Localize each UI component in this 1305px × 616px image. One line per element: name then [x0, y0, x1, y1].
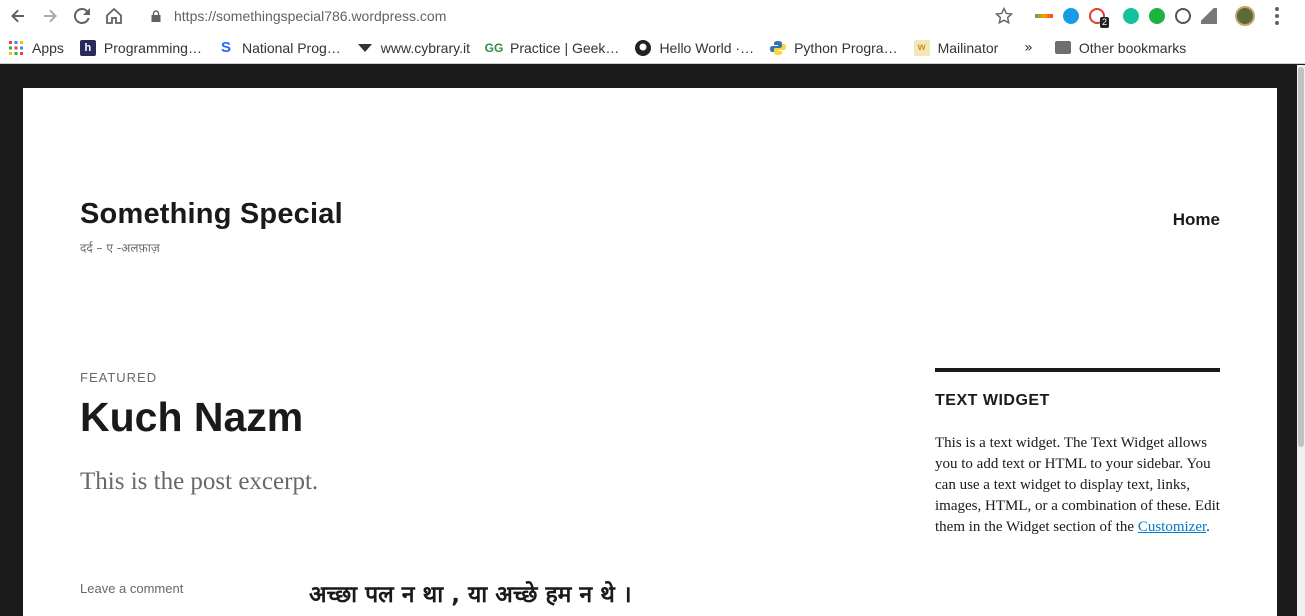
widget-period: .	[1206, 519, 1210, 535]
gfg-icon: GG	[484, 40, 504, 55]
arrow-right-icon	[44, 9, 57, 23]
scrollbar-thumb[interactable]	[1298, 67, 1304, 447]
leave-comment-link[interactable]: Leave a comment	[80, 581, 183, 596]
other-bookmarks[interactable]: Other bookmarks	[1047, 34, 1194, 62]
grammarly-icon[interactable]	[1123, 8, 1139, 24]
chrome-menu-icon[interactable]	[1275, 7, 1281, 25]
bookmark-apps[interactable]: Apps	[0, 34, 72, 62]
other-bookmarks-label: Other bookmarks	[1078, 39, 1187, 56]
bookmark-label: Python Progra…	[794, 39, 898, 56]
folder-icon	[1054, 41, 1071, 54]
red-extension-icon[interactable]: 2	[1089, 8, 1109, 28]
reload-button[interactable]	[68, 2, 96, 30]
post-title[interactable]: Kuch Nazm	[80, 394, 303, 441]
site-title[interactable]: Something Special	[80, 198, 343, 231]
nav-home-link[interactable]: Home	[1173, 210, 1220, 230]
post-first-line: अच्छा पल न था , या अच्छे हम न थे ।	[309, 582, 632, 608]
python-icon	[770, 40, 787, 56]
profile-avatar[interactable]	[1235, 6, 1255, 26]
wordpress-icon[interactable]	[1175, 8, 1191, 24]
forward-button[interactable]	[36, 2, 64, 30]
widget-divider	[935, 368, 1220, 372]
bookmark-github[interactable]: Hello World ·…	[627, 34, 762, 62]
h-icon: h	[79, 39, 96, 56]
bookmark-label: Mailinator	[937, 39, 999, 56]
bookmark-label: Programming…	[103, 39, 202, 56]
extensions-area: 2	[995, 4, 1281, 28]
green-b-extension-icon[interactable]	[1149, 8, 1165, 24]
url-text: https://somethingspecial786.wordpress.co…	[174, 8, 447, 24]
bookmark-geeks[interactable]: GG Practice | Geek…	[478, 34, 627, 62]
arrow-left-icon	[11, 9, 24, 23]
address-bar[interactable]: https://somethingspecial786.wordpress.co…	[150, 4, 446, 28]
s-icon: S	[220, 39, 231, 56]
page-viewport: Something Special दर्द – ए -अलफ़ाज़ Home…	[0, 65, 1305, 616]
bookmark-cybrary[interactable]: www.cybrary.it	[349, 34, 478, 62]
site-tagline: दर्द – ए -अलफ़ाज़	[80, 241, 160, 255]
stats-extension-icon[interactable]	[1201, 8, 1217, 24]
featured-label: FEATURED	[80, 370, 158, 385]
bookmark-programming[interactable]: h Programming…	[72, 34, 210, 62]
bookmarks-bar: Apps h Programming… S National Prog… www…	[0, 32, 1305, 64]
scrollbar[interactable]	[1297, 65, 1305, 616]
customizer-link[interactable]: Customizer	[1138, 519, 1206, 535]
bookmark-label: Hello World ·…	[659, 39, 755, 56]
mailinator-icon: w	[913, 39, 930, 56]
extension-badge: 2	[1099, 17, 1109, 28]
bookmark-label: Apps	[32, 39, 64, 56]
bookmark-star-icon[interactable]	[995, 7, 1013, 25]
github-icon	[635, 39, 652, 56]
more-bookmarks-chevron[interactable]: »	[1016, 40, 1041, 56]
bookmark-python[interactable]: Python Progra…	[762, 34, 906, 62]
bookmark-label: www.cybrary.it	[380, 39, 470, 56]
widget-title: TEXT WIDGET	[935, 392, 1050, 409]
reload-icon	[74, 8, 90, 24]
home-button[interactable]	[100, 2, 128, 30]
home-icon	[106, 8, 122, 24]
bookmark-label: National Prog…	[241, 39, 341, 56]
lock-icon	[151, 10, 161, 22]
bookmark-label: Practice | Geek…	[509, 39, 620, 56]
site-content: Something Special दर्द – ए -अलफ़ाज़ Home…	[23, 88, 1277, 616]
browser-toolbar: https://somethingspecial786.wordpress.co…	[0, 0, 1305, 32]
bookmark-mailinator[interactable]: w Mailinator	[906, 34, 1007, 62]
arrow-extension-icon[interactable]	[1035, 14, 1053, 18]
widget-text: This is a text widget. The Text Widget a…	[935, 433, 1223, 538]
back-button[interactable]	[4, 2, 32, 30]
cybrary-icon	[357, 40, 373, 56]
blue-extension-icon[interactable]	[1063, 8, 1079, 24]
post-excerpt: This is the post excerpt.	[80, 468, 319, 495]
apps-grid-icon	[8, 40, 24, 56]
bookmark-national-prog[interactable]: S National Prog…	[210, 34, 349, 62]
